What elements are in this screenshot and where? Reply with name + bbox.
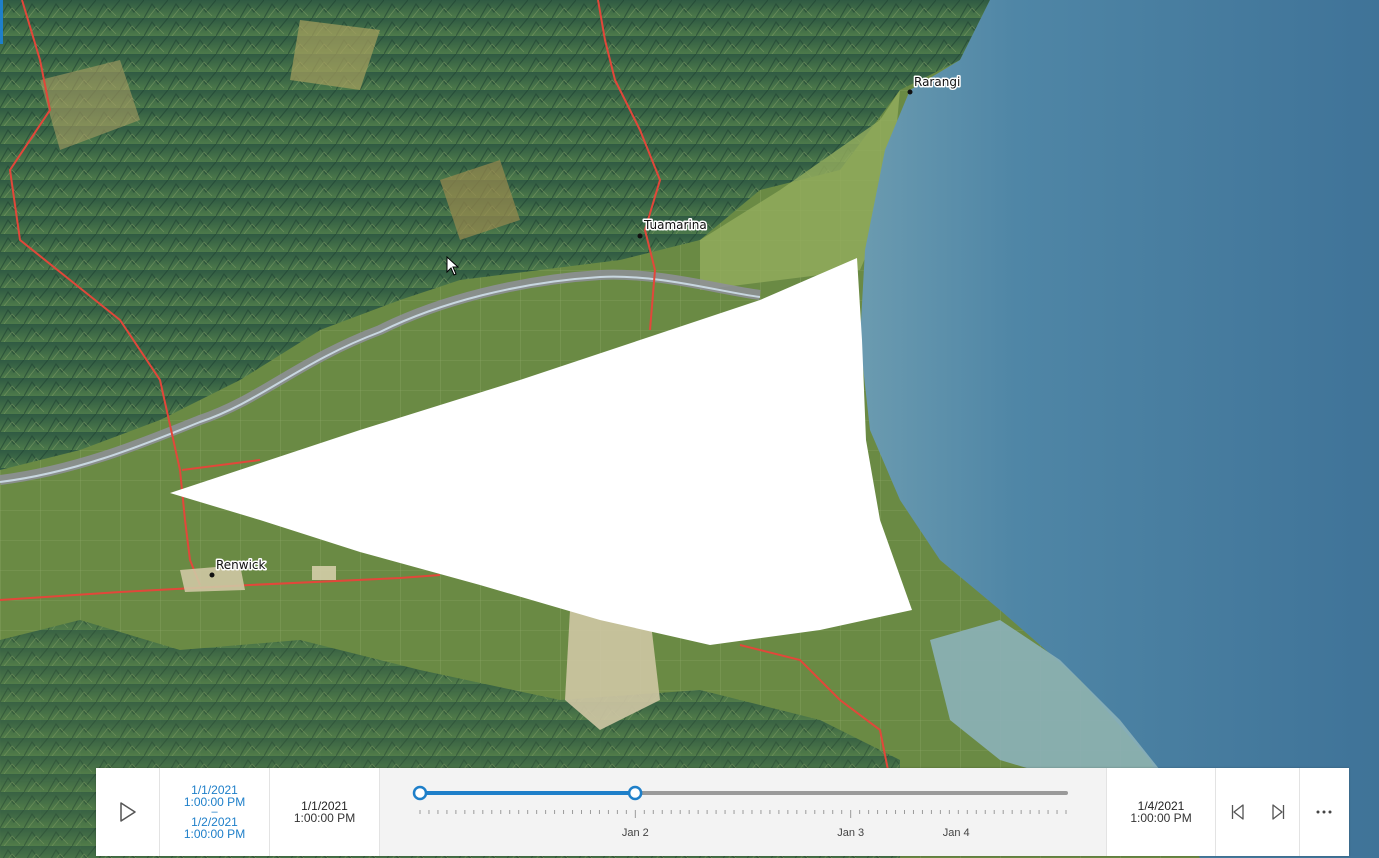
place-label: Rarangi <box>914 75 960 89</box>
range-end-time: 1:00:00 PM <box>183 827 246 841</box>
menu-cell <box>1300 768 1348 856</box>
more-icon <box>1316 810 1332 814</box>
place-marker <box>637 233 643 239</box>
slider-thumb-end[interactable] <box>627 785 643 801</box>
play-cell <box>96 768 160 856</box>
step-forward-icon <box>1271 804 1284 820</box>
left-accent-bar <box>0 0 3 44</box>
max-time: 1/4/2021 1:00:00 PM <box>1106 768 1216 856</box>
step-back-icon <box>1231 804 1244 820</box>
current-time-extent: 1/1/2021 1:00:00 PM – 1/2/2021 1:00:00 P… <box>160 768 270 856</box>
next-button[interactable] <box>1270 803 1286 821</box>
max-time-text: 1:00:00 PM <box>1130 811 1192 825</box>
place-marker <box>209 572 215 578</box>
tick-label: Jan 2 <box>622 827 649 839</box>
place-label: Renwick <box>216 558 266 572</box>
previous-button[interactable] <box>1230 803 1246 821</box>
town-area <box>312 566 336 580</box>
step-controls <box>1216 768 1300 856</box>
place-label: Tuamarina <box>643 218 707 232</box>
play-icon <box>119 802 136 822</box>
min-time: 1/1/2021 1:00:00 PM <box>270 768 380 856</box>
tick-label: Jan 4 <box>943 827 970 839</box>
more-options-button[interactable] <box>1315 809 1333 815</box>
mouse-cursor-icon <box>446 256 460 276</box>
map-view[interactable]: Rarangi Tuamarina Renwick <box>0 0 1379 858</box>
min-time-text: 1:00:00 PM <box>293 811 356 825</box>
slider-thumb-start[interactable] <box>412 785 428 801</box>
slider-track-area[interactable]: Jan 2 Jan 3 Jan 4 <box>380 768 1106 856</box>
time-slider: 1/1/2021 1:00:00 PM – 1/2/2021 1:00:00 P… <box>96 768 1349 856</box>
slider-track[interactable]: Jan 2 Jan 3 Jan 4 <box>380 768 1106 856</box>
tick-label: Jan 3 <box>837 827 864 839</box>
place-marker <box>907 89 913 95</box>
play-button[interactable] <box>119 801 137 823</box>
